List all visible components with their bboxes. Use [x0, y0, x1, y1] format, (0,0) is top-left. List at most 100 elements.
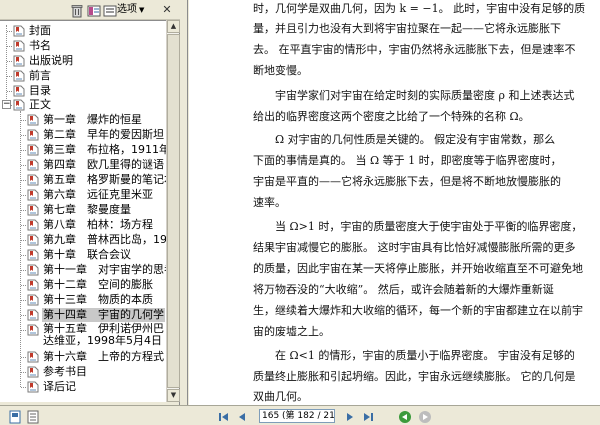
- bookmark-label: 第十四章 宇宙的几何学: [42, 308, 165, 322]
- options-menu[interactable]: 选项 ▼: [117, 3, 144, 17]
- tree-connector: [21, 225, 26, 226]
- tree-connector: [7, 61, 12, 62]
- scroll-down-icon[interactable]: ▼: [167, 389, 180, 402]
- bookmark-panel: 选项 ▼ ✕ 封面 书名 出版说明 前言 目录 正文 − 第一章 爆炸的恒星 第二章 早年的爱因斯…: [0, 0, 180, 405]
- bookmark-scrollbar[interactable]: ▲ ▼: [166, 20, 180, 402]
- bookmark-label: 出版说明: [29, 54, 73, 67]
- next-page-icon[interactable]: [343, 409, 357, 423]
- chevron-down-icon: ▼: [139, 6, 145, 14]
- bookmark-label: 前言: [29, 69, 51, 82]
- tree-connector: [7, 76, 12, 77]
- document-text-line: 量，并且引力也没有大到将宇宙拉聚在一起——它将永远膨胀下: [253, 22, 561, 35]
- tree-connector: [7, 46, 12, 47]
- page-number-input[interactable]: 165 (第 182 / 212 页): [259, 409, 335, 423]
- bookmark-page-icon: [13, 40, 25, 52]
- bookmark-label: 正文: [29, 98, 51, 111]
- tree-connector: [6, 25, 7, 99]
- new-bookmark-icon[interactable]: [87, 3, 101, 17]
- bookmark-page-icon: [27, 381, 39, 393]
- bookmark-page-icon: [13, 55, 25, 67]
- bookmark-label: 第六章 远征克里米亚: [43, 188, 153, 201]
- bookmark-label: 目录: [29, 84, 51, 97]
- bookmark-page-icon: [27, 159, 39, 171]
- document-text-line: 当 Ω>1 时，宇宙的质量密度大于使宇宙处于平衡的临界密度，: [275, 220, 583, 233]
- trash-icon[interactable]: [70, 3, 84, 18]
- previous-page-icon[interactable]: [235, 409, 249, 423]
- document-text-line: 将万物吞没的“大收缩”。 然后，或许会随着新的大爆炸重新诞: [253, 283, 554, 296]
- tree-connector: [21, 165, 26, 166]
- document-text-line: 宇宙学家们对宇宙在给定时刻的实际质量密度 ρ 和上述表达式: [275, 89, 575, 102]
- bookmark-label: 第十三章 物质的本质: [43, 293, 153, 306]
- first-page-icon[interactable]: [216, 409, 230, 423]
- bookmark-page-icon: [27, 324, 39, 336]
- bookmark-page-icon: [27, 174, 39, 186]
- bookmark-page-icon: [27, 249, 39, 261]
- bookmark-page-icon: [27, 279, 39, 291]
- go-forward-icon[interactable]: [418, 409, 432, 423]
- bookmark-label: 第三章 布拉格，1911年: [43, 143, 166, 156]
- bookmark-tree: 封面 书名 出版说明 前言 目录 正文 − 第一章 爆炸的恒星 第二章 早年的爱因斯坦 第三章 布…: [0, 20, 166, 402]
- bookmark-page-icon: [27, 204, 39, 216]
- pane-splitter[interactable]: [180, 0, 188, 405]
- tree-connector: [21, 195, 26, 196]
- document-text-line: 宙的废墟之上。: [253, 325, 330, 338]
- document-text-line: 结果宇宙减慢它的膨胀。 这时宇宙具有比恰好减慢膨胀所需的更多: [253, 241, 576, 254]
- bookmark-label: 第十六章 上帝的方程式: [43, 350, 164, 363]
- tree-connector: [7, 91, 12, 92]
- document-text-line: 断地变慢。: [253, 64, 308, 77]
- document-text-line: 给出的临界密度这两个密度之比给了一个特殊的名称 Ω。: [253, 110, 530, 123]
- tree-connector: [21, 180, 26, 181]
- bookmark-label: 第十五章 伊利诺伊州巴达维亚，1998年5月4日: [43, 322, 164, 347]
- bookmark-page-icon: [27, 309, 39, 321]
- bookmark-page-icon: [27, 219, 39, 231]
- bookmark-label: 第十章 联合会议: [43, 248, 131, 261]
- navigation-bar: 165 (第 182 / 212 页): [0, 405, 600, 425]
- tree-connector: [21, 330, 26, 331]
- bookmark-label: 第二章 早年的爱因斯坦: [43, 128, 164, 141]
- bookmark-label: 译后记: [43, 380, 76, 393]
- bookmark-page-icon: [27, 189, 39, 201]
- bookmark-label: 封面: [29, 24, 51, 37]
- bookmark-page-icon: [13, 85, 25, 97]
- tree-connector: [21, 150, 26, 151]
- document-text-line: 双曲几何。: [253, 390, 308, 403]
- bookmark-label: 书名: [29, 39, 51, 52]
- bookmark-page-icon: [27, 294, 39, 306]
- tree-connector: [21, 210, 26, 211]
- tree-connector: [21, 120, 26, 121]
- print-preview-icon[interactable]: [26, 409, 40, 424]
- bookmark-page-icon: [27, 366, 39, 378]
- expand-bookmark-icon[interactable]: [103, 3, 117, 17]
- tree-connector: [21, 255, 26, 256]
- go-back-icon[interactable]: [398, 409, 412, 423]
- bookmark-page-icon: [27, 351, 39, 363]
- document-text-line: 质量终止膨胀和引起坍缩。因此，宇宙永远继续膨胀。 它的几何是: [253, 370, 576, 383]
- scroll-up-icon[interactable]: ▲: [167, 20, 180, 33]
- bookmark-page-icon: [27, 234, 39, 246]
- document-text-line: 的质量，因此宇宙在某一天将停止膨胀，并开始收缩直至不可避免地: [253, 262, 583, 275]
- tree-connector: [21, 357, 26, 358]
- document-text-line: 宇宙是平直的——它将永远膨胀下去，但是将不断地放慢膨胀的: [253, 175, 561, 188]
- document-page: 时，几何学是双曲几何，因为 k = −1。 此时，宇宙中没有足够的质 量，并且引力…: [189, 0, 600, 405]
- bookmark-label: 第八章 柏林：场方程: [43, 218, 153, 231]
- tree-connector: [21, 315, 26, 316]
- document-text-line: 时，几何学是双曲几何，因为 k = −1。 此时，宇宙中没有足够的质: [253, 2, 586, 15]
- bookmark-page-icon: [13, 25, 25, 37]
- tree-connector: [20, 111, 21, 387]
- document-text-line: 速率。: [253, 196, 286, 209]
- bookmark-page-icon: [27, 264, 39, 276]
- bookmark-page-icon: [13, 99, 25, 111]
- tree-connector: [21, 240, 26, 241]
- scrollbar-thumb[interactable]: [167, 34, 180, 388]
- tree-connector: [7, 31, 12, 32]
- collapse-icon[interactable]: −: [2, 100, 11, 109]
- page-thumbnail-icon[interactable]: [8, 409, 22, 424]
- document-text-line: 生，继续着大爆炸和大收缩的循环，每一个新的宇宙都建立在以前宇: [253, 304, 583, 317]
- tree-connector: [21, 285, 26, 286]
- options-label: 选项: [117, 4, 137, 15]
- bookmark-label: 第十二章 空间的膨胀: [43, 278, 153, 291]
- bookmark-label: 第七章 黎曼度量: [43, 203, 131, 216]
- close-icon[interactable]: ✕: [160, 3, 174, 17]
- last-page-icon[interactable]: [362, 409, 376, 423]
- bookmark-label: 第十一章 对宇宙学的思考: [43, 263, 166, 276]
